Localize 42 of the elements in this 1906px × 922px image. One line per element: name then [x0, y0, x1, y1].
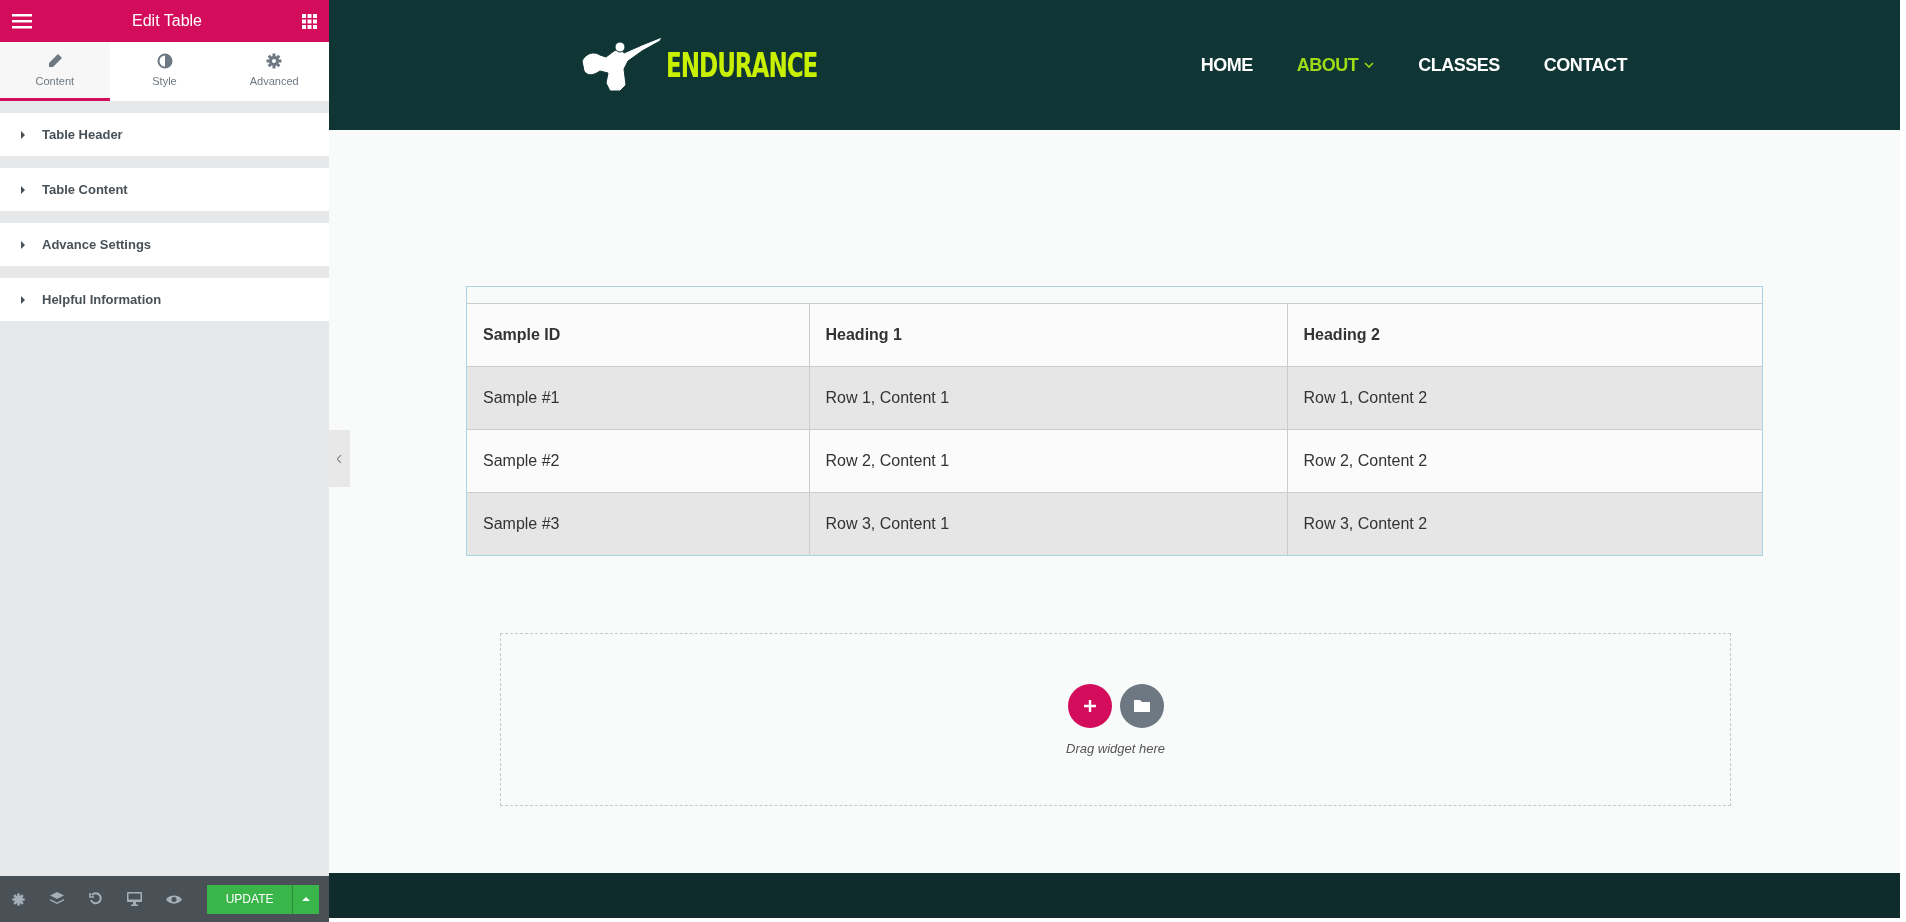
table-cell: Row 3, Content 1 — [809, 492, 1287, 555]
table-cell: Row 2, Content 2 — [1287, 429, 1762, 493]
grid-icon[interactable] — [302, 13, 317, 29]
layers-icon[interactable] — [50, 892, 65, 906]
drop-hint: Drag widget here — [1066, 740, 1165, 756]
table-cell: Sample #3 — [467, 492, 809, 555]
table-cell: Row 2, Content 1 — [809, 429, 1287, 493]
chevron-down-icon — [1364, 62, 1375, 68]
chevron-left-icon — [337, 454, 342, 463]
section-header[interactable]: Table Content — [0, 168, 329, 211]
table-cell: Sample #1 — [467, 366, 809, 430]
caret-icon — [302, 897, 311, 901]
history-icon[interactable] — [88, 892, 103, 906]
table-cell: Row 3, Content 2 — [1287, 492, 1762, 555]
table-cell: Sample #2 — [467, 429, 809, 493]
section-header[interactable]: Helpful Information — [0, 278, 329, 321]
logo-text: ENDURANCE — [666, 45, 818, 85]
panel-tab[interactable]: Content — [0, 42, 110, 101]
section-header[interactable]: Advance Settings — [0, 223, 329, 266]
column-header: Sample ID — [467, 303, 809, 367]
column-header: Heading 2 — [1287, 303, 1762, 367]
eye-icon[interactable] — [165, 893, 182, 905]
table-cell: Row 1, Content 1 — [809, 366, 1287, 430]
folder-icon — [1133, 699, 1150, 712]
settings-icon — [266, 53, 283, 69]
nav-link[interactable]: CLASSES — [1418, 54, 1500, 76]
settings-icon[interactable] — [12, 892, 25, 906]
section-header[interactable]: Table Header — [0, 113, 329, 156]
update-options-button[interactable] — [292, 884, 320, 914]
panel-tab[interactable]: Advanced — [219, 42, 329, 101]
nav-link[interactable]: HOME — [1200, 54, 1253, 76]
desktop-icon[interactable] — [127, 892, 143, 906]
nav-link[interactable]: CONTACT — [1543, 54, 1627, 76]
panel-title: Edit Table — [132, 12, 202, 30]
contrast-icon — [156, 53, 173, 69]
panel-tab[interactable]: Style — [109, 42, 220, 101]
menu-icon[interactable] — [12, 13, 32, 29]
column-header: Heading 1 — [809, 303, 1287, 367]
table-cell: Row 1, Content 2 — [1287, 366, 1762, 430]
nav-link[interactable]: ABOUT — [1296, 54, 1375, 76]
plus-icon — [1082, 698, 1097, 713]
pencil-icon — [46, 53, 63, 69]
